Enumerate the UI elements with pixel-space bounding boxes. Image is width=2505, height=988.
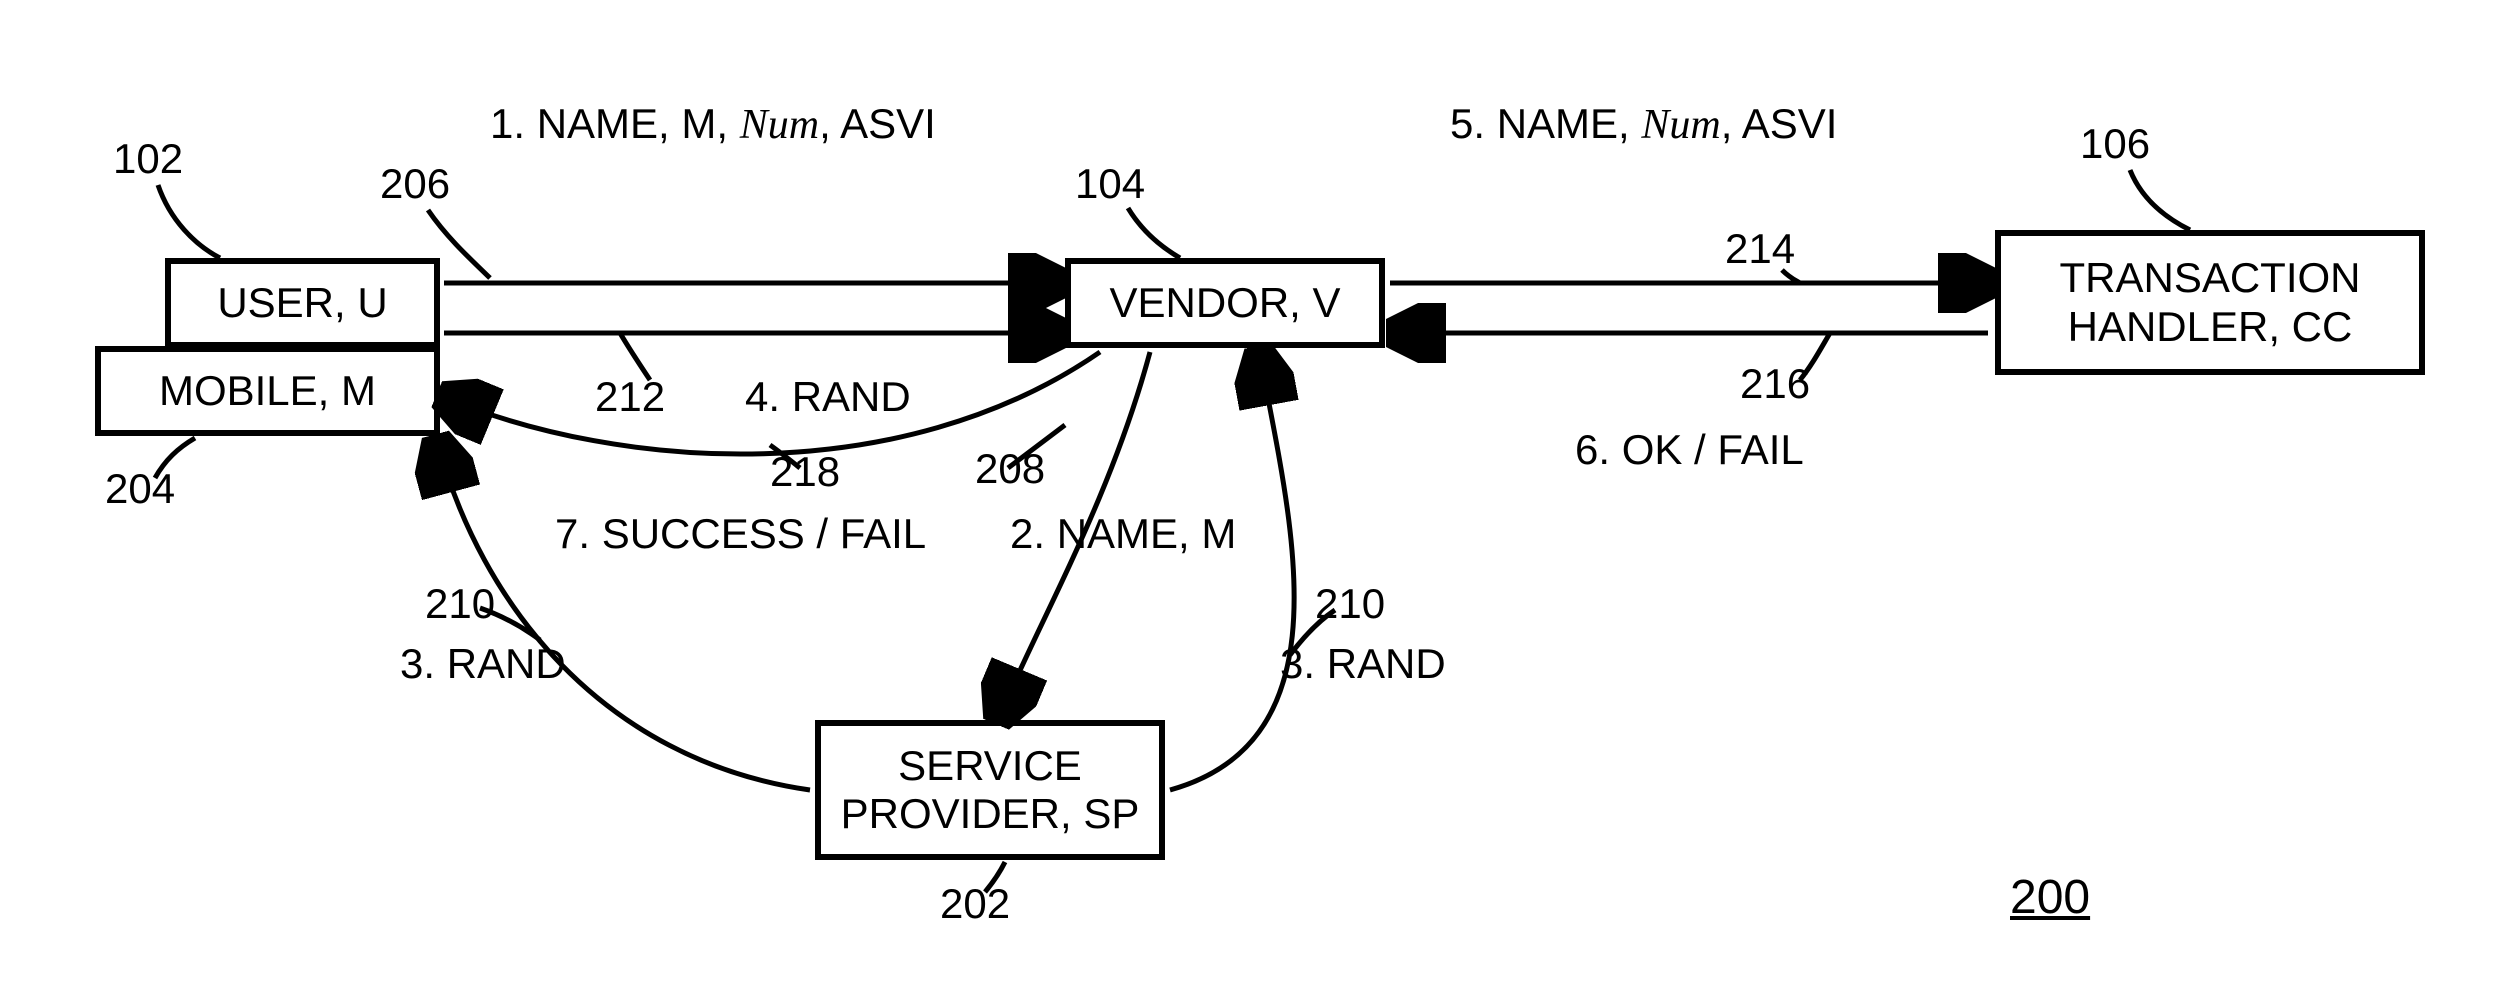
msg6-label: 6. OK / FAIL [1575, 426, 1804, 474]
ref-210-right: 210 [1315, 580, 1385, 628]
ref-104: 104 [1075, 160, 1145, 208]
transaction-handler-box-label: TRANSACTION HANDLER, CC [2059, 254, 2360, 351]
ref-214: 214 [1725, 225, 1795, 273]
ref-106: 106 [2080, 120, 2150, 168]
msg5-suffix: , ASVI [1721, 100, 1838, 147]
vendor-box-label: VENDOR, V [1109, 279, 1340, 327]
ref-210-left: 210 [425, 580, 495, 628]
service-provider-box-label: SERVICE PROVIDER, SP [841, 742, 1140, 839]
msg7-label: 7. SUCCESS / FAIL [555, 510, 926, 558]
msg3-left-label: 3. RAND [400, 640, 566, 688]
ref-216: 216 [1740, 360, 1810, 408]
vendor-box: VENDOR, V [1065, 258, 1385, 348]
ref-218: 218 [770, 448, 840, 496]
msg5-prefix: 5. NAME, [1450, 100, 1641, 147]
ref-102: 102 [113, 135, 183, 183]
msg1-num: Num [740, 102, 819, 148]
msg1-suffix: , ASVI [819, 100, 936, 147]
service-provider-box: SERVICE PROVIDER, SP [815, 720, 1165, 860]
ref-200: 200 [2010, 870, 2090, 925]
ref-202: 202 [940, 880, 1010, 928]
diagram-stage: USER, U MOBILE, M VENDOR, V TRANSACTION … [0, 0, 2505, 988]
ref-206: 206 [380, 160, 450, 208]
msg5-num: Num [1641, 102, 1720, 148]
msg3-right-label: 3. RAND [1280, 640, 1446, 688]
ref-212: 212 [595, 373, 665, 421]
transaction-handler-box: TRANSACTION HANDLER, CC [1995, 230, 2425, 375]
ref-204: 204 [105, 465, 175, 513]
msg2-label: 2. NAME, M [1010, 510, 1236, 558]
ref-208: 208 [975, 445, 1045, 493]
msg1-label: 1. NAME, M, Num, ASVI [490, 100, 936, 149]
mobile-box-label: MOBILE, M [159, 367, 376, 415]
user-box-label: USER, U [217, 279, 387, 327]
msg1-prefix: 1. NAME, M, [490, 100, 740, 147]
msg5-label: 5. NAME, Num, ASVI [1450, 100, 1837, 149]
mobile-box: MOBILE, M [95, 346, 440, 436]
msg4-label: 4. RAND [745, 373, 911, 421]
user-box: USER, U [165, 258, 440, 348]
